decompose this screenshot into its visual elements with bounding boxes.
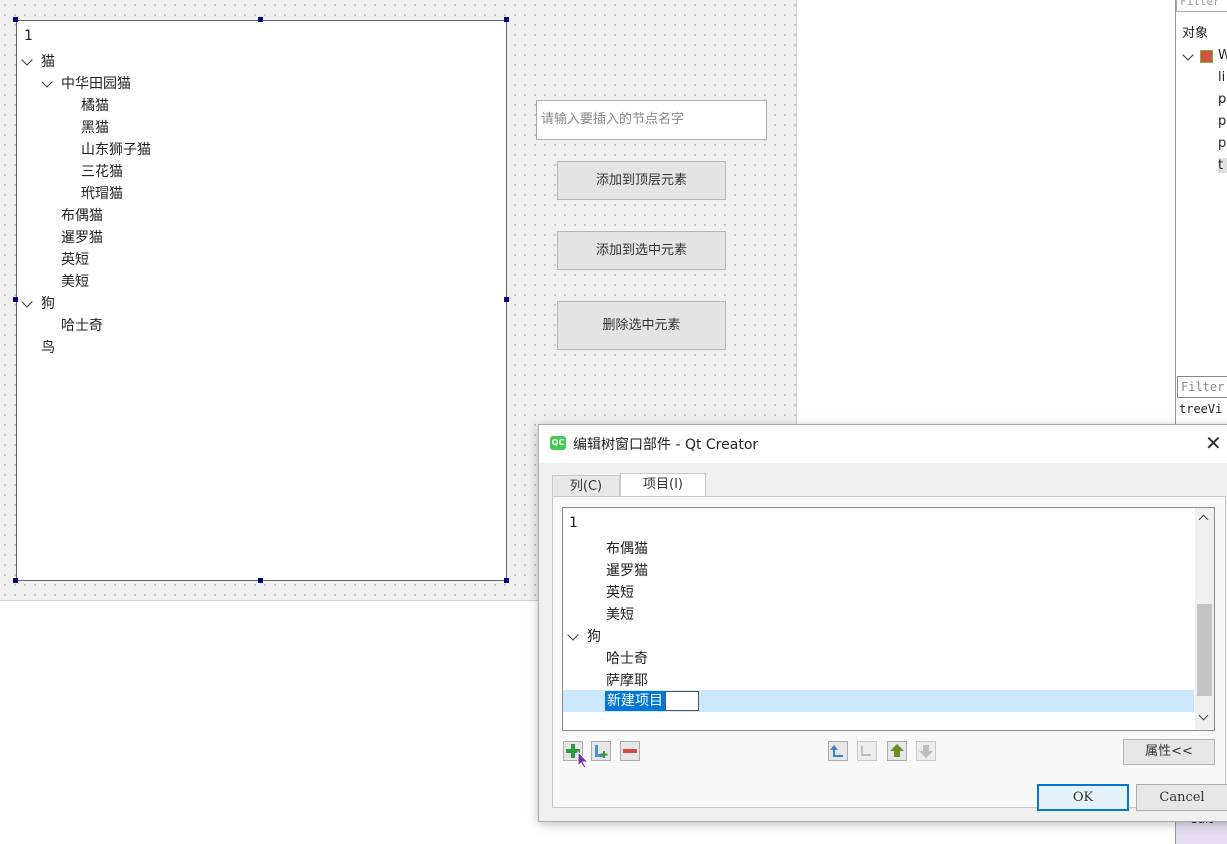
tree-item[interactable]: 三花猫 [81, 161, 123, 183]
tree-item[interactable]: 英短 [61, 249, 89, 271]
mouse-cursor-icon [577, 751, 590, 769]
new-subitem-button[interactable] [591, 741, 611, 761]
tree-widget[interactable]: 1 猫中华田园猫 橘猫 黑猫 山东狮子猫 三花猫 玳瑁猫 布偶猫 暹罗猫 英短 美短狗哈士奇鸟 [16, 20, 507, 581]
cancel-button[interactable]: Cancel [1136, 784, 1227, 811]
resize-handle[interactable] [258, 578, 263, 583]
close-icon[interactable]: ✕ [1205, 431, 1222, 455]
minus-icon [623, 749, 637, 753]
resize-handle[interactable] [258, 17, 263, 22]
move-right-button[interactable] [857, 741, 877, 761]
edit-tree-dialog: QC 编辑树窗口部件 - Qt Creator ✕ 列(C) 项目(I) 1 布… [538, 424, 1227, 822]
qt-creator-logo-icon: QC [550, 436, 566, 450]
scroll-down-icon[interactable] [1198, 710, 1209, 721]
arrow-down-icon [919, 745, 933, 758]
tree-item[interactable]: 英短 [606, 582, 634, 604]
move-item-right-icon [861, 746, 871, 756]
object-child-item[interactable]: p [1218, 136, 1226, 151]
object-filter-input[interactable]: Filter [1176, 0, 1227, 12]
chevron-down-icon[interactable] [567, 629, 579, 641]
vertical-scrollbar[interactable] [1195, 508, 1214, 730]
property-object-name: treeVi [1179, 402, 1223, 416]
tree-item[interactable]: 哈士奇 [61, 315, 103, 337]
tree-item[interactable]: 布偶猫 [61, 205, 103, 227]
tree-item[interactable]: 玳瑁猫 [81, 183, 123, 205]
chevron-down-icon[interactable] [21, 296, 33, 308]
scrollbar-thumb[interactable] [1197, 604, 1212, 696]
tree-item[interactable]: 狗 [587, 626, 601, 648]
delete-item-button[interactable] [620, 741, 640, 761]
tree-item[interactable]: 暹罗猫 [606, 560, 648, 582]
property-filter-input[interactable]: Filter [1177, 376, 1227, 398]
ok-button[interactable]: OK [1037, 784, 1129, 811]
object-column-header: 对象 [1182, 26, 1209, 41]
node-name-input[interactable]: 请输入要插入的节点名字 [536, 100, 767, 140]
object-child-item[interactable]: li [1218, 70, 1225, 85]
tab-items[interactable]: 项目(I) [620, 473, 706, 497]
resize-handle[interactable] [504, 578, 509, 583]
scroll-up-icon[interactable] [1198, 514, 1209, 525]
move-down-button[interactable] [916, 741, 936, 761]
chevron-down-icon[interactable] [41, 76, 53, 88]
dialog-tree-view[interactable]: 1 布偶猫暹罗猫英短美短狗哈士奇萨摩耶鸟 新建项目 [562, 507, 1215, 731]
tree-item[interactable]: 猫 [41, 51, 55, 73]
object-child-item[interactable]: p [1218, 92, 1226, 107]
object-child-item[interactable]: t [1218, 158, 1227, 173]
tree-item[interactable]: 中华田园猫 [61, 73, 131, 95]
resize-handle[interactable] [13, 297, 18, 302]
resize-handle[interactable] [504, 297, 509, 302]
move-up-button[interactable] [887, 741, 907, 761]
chevron-down-icon[interactable] [1182, 49, 1194, 61]
resize-handle[interactable] [504, 17, 509, 22]
tree-item[interactable]: 山东狮子猫 [81, 139, 151, 161]
tree-column-header: 1 [24, 28, 33, 44]
tree-column-header: 1 [569, 515, 578, 531]
tree-item[interactable]: 橘猫 [81, 95, 109, 117]
tree-item[interactable]: 暹罗猫 [61, 227, 103, 249]
move-left-button[interactable] [828, 741, 848, 761]
item-editor-box[interactable] [665, 691, 699, 711]
move-item-left-icon [830, 745, 843, 757]
dialog-titlebar[interactable]: QC 编辑树窗口部件 - Qt Creator ✕ [539, 425, 1227, 463]
add-top-level-button[interactable]: 添加到顶层元素 [557, 161, 726, 200]
tree-item[interactable]: 美短 [606, 604, 634, 626]
tree-item[interactable]: 美短 [61, 271, 89, 293]
properties-button[interactable]: 属性<< [1123, 739, 1215, 765]
add-to-selected-button[interactable]: 添加到选中元素 [557, 231, 726, 270]
chevron-down-icon[interactable] [21, 54, 33, 66]
tree-item[interactable]: 布偶猫 [606, 538, 648, 560]
object-root-item[interactable]: W [1218, 48, 1227, 63]
arrow-up-icon [890, 744, 904, 757]
tree-item[interactable]: 黑猫 [81, 117, 109, 139]
delete-selected-button[interactable]: 删除选中元素 [557, 301, 726, 350]
tree-item[interactable]: 鸟 [41, 337, 55, 359]
dialog-title: 编辑树窗口部件 - Qt Creator [573, 437, 759, 453]
tree-item[interactable]: 哈士奇 [606, 648, 648, 670]
widget-icon [1200, 50, 1213, 63]
tree-item[interactable]: 萨摩耶 [606, 670, 648, 692]
resize-handle[interactable] [13, 578, 18, 583]
object-child-item[interactable]: p [1218, 114, 1226, 129]
tree-item[interactable]: 狗 [41, 293, 55, 315]
item-editor-text[interactable]: 新建项目 [605, 691, 665, 711]
new-subitem-icon [595, 745, 608, 758]
resize-handle[interactable] [13, 17, 18, 22]
tab-columns[interactable]: 列(C) [552, 475, 620, 497]
